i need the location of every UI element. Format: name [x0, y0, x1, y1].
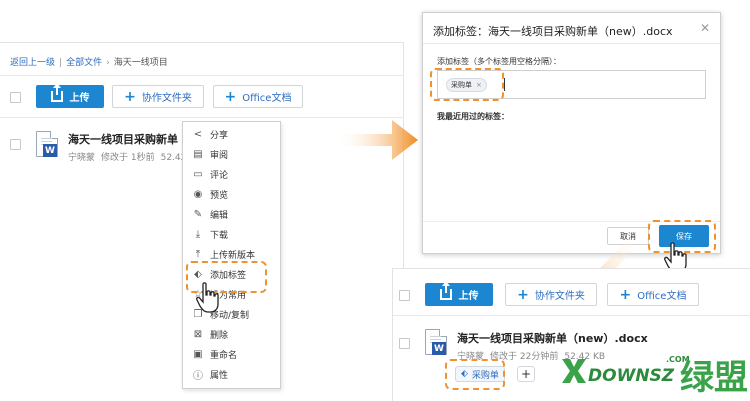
menu-item-label: 评论	[210, 170, 229, 181]
menu-item-preview[interactable]: ◉ 预览	[183, 184, 280, 204]
select-all-checkbox[interactable]	[399, 290, 410, 301]
menu-item-label: 删除	[210, 330, 229, 341]
text-caret	[504, 78, 505, 91]
download-icon: ⤓	[195, 228, 201, 240]
result-tag-highlight	[445, 359, 505, 390]
collab-folder-button[interactable]: + 协作文件夹	[505, 283, 597, 306]
menu-item-label: 编辑	[210, 210, 229, 221]
watermark-cn: 绿盟	[680, 358, 748, 398]
menu-item-delete[interactable]: ⊠ 删除	[183, 324, 280, 344]
breadcrumb-all-files-link[interactable]: 全部文件	[66, 58, 102, 68]
menu-item-label: 预览	[210, 190, 229, 201]
delete-icon: ⊠	[193, 328, 203, 340]
menu-item-download[interactable]: ⤓ 下载	[183, 224, 280, 244]
file-author: 宁晓蒙	[68, 153, 96, 163]
eye-icon: ◉	[193, 188, 203, 200]
rename-icon: ▣	[193, 348, 203, 360]
upload-icon: ⤒	[195, 248, 201, 260]
share-icon: <	[193, 128, 203, 140]
watermark-logo: DOWNSZ .COM 绿盟	[560, 350, 750, 401]
office-doc-label: Office文档	[637, 291, 687, 302]
menu-item-rename[interactable]: ▣ 重命名	[183, 344, 280, 364]
file-meta: 宁晓蒙 修改于 1秒前 52.42	[68, 150, 192, 163]
tag-chip-highlight	[430, 68, 504, 101]
breadcrumb: 返回上一级 | 全部文件 › 海天一线项目	[10, 58, 168, 68]
upload-icon	[50, 83, 63, 102]
watermark-brand: DOWNSZ	[588, 366, 675, 386]
office-doc-label: Office文档	[242, 93, 292, 104]
context-menu: < 分享 ▤ 审阅 ▭ 评论 ◉ 预览 ✎ 编辑 ⤓ 下载 ⤒ 上传新版本 ⬖ 添加标签 ☆ 设为…	[182, 121, 281, 389]
add-tag-button[interactable]: +	[517, 366, 535, 382]
menu-item-review[interactable]: ▤ 审阅	[183, 144, 280, 164]
breadcrumb-current: 海天一线项目	[113, 58, 168, 68]
breadcrumb-back-link[interactable]: 返回上一级	[10, 58, 55, 68]
menu-item-label: 分享	[210, 130, 229, 141]
office-doc-button[interactable]: + Office文档	[213, 85, 303, 108]
file-row-checkbox[interactable]	[10, 139, 21, 150]
collab-folder-label: 协作文件夹	[141, 93, 192, 104]
menu-item-properties[interactable]: ⓘ 属性	[183, 364, 280, 384]
menu-item-label: 属性	[210, 370, 229, 381]
select-all-checkbox[interactable]	[10, 92, 21, 103]
upload-button[interactable]: 上传	[425, 281, 493, 306]
hand-cursor-icon	[196, 282, 219, 313]
add-tag-dialog: 添加标签：海天一线项目采购新单（new）.docx ✕ 添加标签（多个标签用空格…	[422, 12, 721, 254]
file-name[interactable]: 海天一线项目采购新单（new）.docx	[457, 330, 648, 346]
pencil-icon: ✎	[193, 208, 203, 220]
menu-item-label: 重命名	[210, 350, 238, 361]
upload-button-label: 上传	[69, 93, 90, 104]
menu-item-edit[interactable]: ✎ 编辑	[183, 204, 280, 224]
plus-icon: +	[124, 88, 136, 105]
menu-item-label: 审阅	[210, 150, 229, 161]
upload-icon	[439, 281, 452, 300]
dialog-title: 添加标签：海天一线项目采购新单（new）.docx	[433, 25, 673, 38]
close-icon[interactable]: ✕	[700, 21, 710, 35]
plus-icon: +	[619, 286, 632, 303]
menu-item-label: 上传新版本	[210, 250, 256, 261]
review-icon: ▤	[193, 148, 203, 160]
plus-icon: +	[517, 286, 529, 303]
x-logo-icon	[562, 359, 586, 383]
recent-tags-label: 我最近用过的标签：	[437, 112, 509, 121]
word-doc-icon: W	[425, 329, 447, 355]
info-icon: ⓘ	[193, 370, 203, 382]
menu-item-share[interactable]: < 分享	[183, 124, 280, 144]
tag-input-label: 添加标签（多个标签用空格分隔）：	[437, 57, 561, 66]
collab-folder-label: 协作文件夹	[534, 291, 585, 302]
upload-button[interactable]: 上传	[36, 83, 104, 108]
comment-icon: ▭	[193, 168, 203, 180]
word-doc-icon: W	[36, 131, 58, 157]
right-arrow-icon	[336, 120, 418, 160]
file-modified: 修改于 1秒前	[101, 153, 155, 163]
menu-item-label: 下载	[210, 230, 229, 241]
office-doc-button[interactable]: + Office文档	[607, 283, 699, 306]
file-row-checkbox[interactable]	[399, 338, 410, 349]
upload-button-label: 上传	[458, 291, 479, 302]
collab-folder-button[interactable]: + 协作文件夹	[112, 85, 204, 108]
plus-icon: +	[224, 88, 237, 105]
menu-item-comment[interactable]: ▭ 评论	[183, 164, 280, 184]
